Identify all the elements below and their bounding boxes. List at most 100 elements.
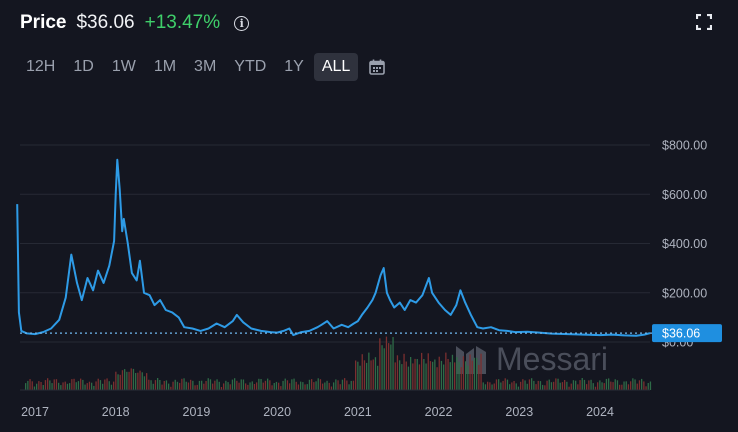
volume-bar — [121, 370, 124, 390]
volume-bar — [234, 378, 236, 390]
volume-bar — [42, 385, 44, 390]
volume-bar — [357, 361, 359, 390]
volume-bar — [517, 386, 520, 390]
volume-bar — [242, 379, 245, 390]
volume-bar — [143, 376, 146, 390]
volume-bar — [97, 378, 99, 390]
volume-bar — [509, 384, 511, 390]
volume-bar — [185, 381, 187, 390]
volume-bar — [465, 361, 467, 390]
x-tick-label: 2024 — [586, 405, 614, 419]
volume-bar — [388, 343, 390, 390]
volume-bar — [247, 384, 249, 390]
volume-bar — [381, 345, 383, 390]
volume-bar — [326, 380, 328, 390]
volume-bar — [537, 380, 539, 390]
volume-bar — [467, 365, 469, 390]
volume-bar — [264, 380, 267, 390]
volume-bar — [53, 379, 55, 390]
volume-bar — [550, 382, 553, 390]
volume-bar — [77, 381, 80, 390]
volume-bar — [165, 380, 168, 390]
volume-bar — [82, 379, 84, 390]
volume-bar — [374, 357, 377, 390]
volume-bar — [493, 383, 495, 390]
volume-bar — [546, 380, 548, 390]
x-tick-label: 2022 — [425, 405, 453, 419]
current-price-tag: $36.06 — [652, 324, 722, 343]
volume-bar — [610, 381, 612, 390]
volume-bar — [372, 359, 374, 390]
volume-bar — [150, 380, 152, 390]
volume-bar — [291, 379, 293, 390]
volume-bar — [284, 378, 286, 390]
volume-bar — [471, 360, 473, 390]
volume-bar — [115, 371, 117, 390]
volume-bar — [157, 378, 159, 390]
y-tick-label: $200.00 — [662, 286, 707, 300]
volume-bar — [500, 382, 502, 390]
volume-bar — [80, 378, 82, 390]
volume-bar — [315, 381, 317, 390]
volume-bar — [64, 381, 66, 390]
volume-bar — [489, 382, 491, 390]
volume-bar — [25, 383, 27, 390]
volume-bar — [27, 380, 29, 390]
volume-bar — [506, 379, 509, 390]
volume-bar — [346, 380, 348, 390]
volume-bar — [588, 380, 590, 390]
volume-bar — [368, 352, 370, 390]
volume-bar — [561, 382, 564, 390]
volume-bar — [361, 354, 363, 390]
volume-bar — [256, 382, 258, 390]
volume-bar — [436, 367, 438, 390]
volume-bar — [344, 378, 346, 390]
volume-bar — [491, 384, 493, 390]
volume-bar — [352, 380, 355, 390]
volume-bar — [599, 380, 601, 390]
volume-bar — [102, 383, 104, 390]
volume-bar — [196, 384, 198, 390]
volume-bar — [66, 383, 69, 390]
volume-bar — [163, 381, 165, 390]
volume-bar — [566, 381, 568, 390]
volume-bar — [225, 380, 227, 390]
volume-bar — [539, 381, 542, 390]
volume-bar — [84, 384, 86, 390]
volume-bar — [603, 383, 605, 390]
volume-bar — [174, 379, 176, 390]
volume-bar — [460, 367, 462, 390]
volume-bar — [249, 382, 251, 390]
volume-bar — [148, 379, 150, 390]
volume-bar — [645, 386, 647, 390]
volume-bar — [44, 380, 47, 390]
volume-bar — [313, 382, 315, 390]
volume-bar — [227, 382, 229, 390]
y-tick-label: $800.00 — [662, 139, 707, 153]
price-chart[interactable]: Messari $800.00$600.00$400.00$200.00$0.0… — [0, 0, 738, 432]
volume-bar — [273, 383, 275, 390]
volume-bar — [359, 365, 361, 390]
volume-bar — [330, 386, 333, 390]
volume-bar — [240, 379, 242, 390]
volume-bar — [614, 379, 616, 390]
volume-bar — [124, 369, 126, 390]
volume-bar — [73, 378, 75, 390]
volume-bar — [47, 378, 49, 390]
volume-bar — [416, 359, 418, 390]
x-tick-label: 2019 — [183, 405, 211, 419]
volume-bar — [141, 372, 143, 390]
volume-bar — [425, 363, 427, 390]
volume-bar — [304, 384, 306, 390]
volume-bar — [275, 381, 278, 390]
volume-bar — [207, 378, 209, 390]
volume-bar — [548, 379, 550, 390]
volume-bar — [218, 381, 220, 390]
volume-bar — [636, 383, 638, 390]
volume-bar — [214, 380, 216, 390]
volume-bar — [601, 382, 603, 390]
volume-bar — [429, 361, 432, 390]
volume-bar — [522, 379, 524, 390]
volume-bar — [289, 383, 291, 390]
volume-bar — [335, 379, 337, 390]
